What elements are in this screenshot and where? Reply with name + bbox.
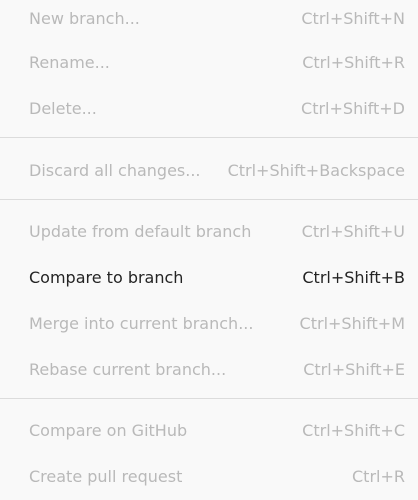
menu-item-compare-on-github: Compare on GitHub Ctrl+Shift+C: [0, 410, 418, 450]
menu-item-shortcut: Ctrl+Shift+M: [299, 313, 405, 333]
menu-item-merge-into-current-branch: Merge into current branch... Ctrl+Shift+…: [0, 303, 418, 343]
branch-context-menu: New branch... Ctrl+Shift+N Rename... Ctr…: [0, 0, 418, 500]
menu-item-shortcut: Ctrl+Shift+R: [302, 52, 405, 72]
menu-item-shortcut: Ctrl+R: [352, 466, 405, 486]
menu-item-label: Discard all changes...: [29, 160, 201, 180]
menu-item-new-branch: New branch... Ctrl+Shift+N: [0, 0, 418, 38]
menu-item-label: Delete...: [29, 98, 97, 118]
menu-item-delete: Delete... Ctrl+Shift+D: [0, 88, 418, 128]
menu-separator: [0, 199, 418, 200]
menu-item-label: New branch...: [29, 8, 140, 28]
menu-item-update-from-default-branch: Update from default branch Ctrl+Shift+U: [0, 211, 418, 251]
menu-item-label: Rename...: [29, 52, 110, 72]
menu-item-shortcut: Ctrl+Shift+C: [302, 420, 405, 440]
menu-item-shortcut: Ctrl+Shift+B: [302, 267, 405, 287]
menu-item-rename: Rename... Ctrl+Shift+R: [0, 42, 418, 82]
menu-item-shortcut: Ctrl+Shift+Backspace: [227, 160, 405, 180]
menu-item-label: Create pull request: [29, 466, 183, 486]
menu-item-label: Update from default branch: [29, 221, 252, 241]
menu-item-discard-all-changes: Discard all changes... Ctrl+Shift+Backsp…: [0, 150, 418, 190]
menu-item-label: Merge into current branch...: [29, 313, 254, 333]
menu-separator: [0, 398, 418, 399]
menu-item-shortcut: Ctrl+Shift+E: [303, 359, 405, 379]
menu-item-shortcut: Ctrl+Shift+D: [301, 98, 405, 118]
menu-item-label: Compare to branch: [29, 267, 184, 287]
menu-item-label: Rebase current branch...: [29, 359, 227, 379]
menu-item-create-pull-request: Create pull request Ctrl+R: [0, 456, 418, 496]
menu-item-shortcut: Ctrl+Shift+N: [301, 8, 405, 28]
menu-separator: [0, 137, 418, 138]
menu-item-rebase-current-branch: Rebase current branch... Ctrl+Shift+E: [0, 349, 418, 389]
menu-item-label: Compare on GitHub: [29, 420, 188, 440]
menu-item-compare-to-branch[interactable]: Compare to branch Ctrl+Shift+B: [0, 257, 418, 297]
menu-item-shortcut: Ctrl+Shift+U: [301, 221, 405, 241]
